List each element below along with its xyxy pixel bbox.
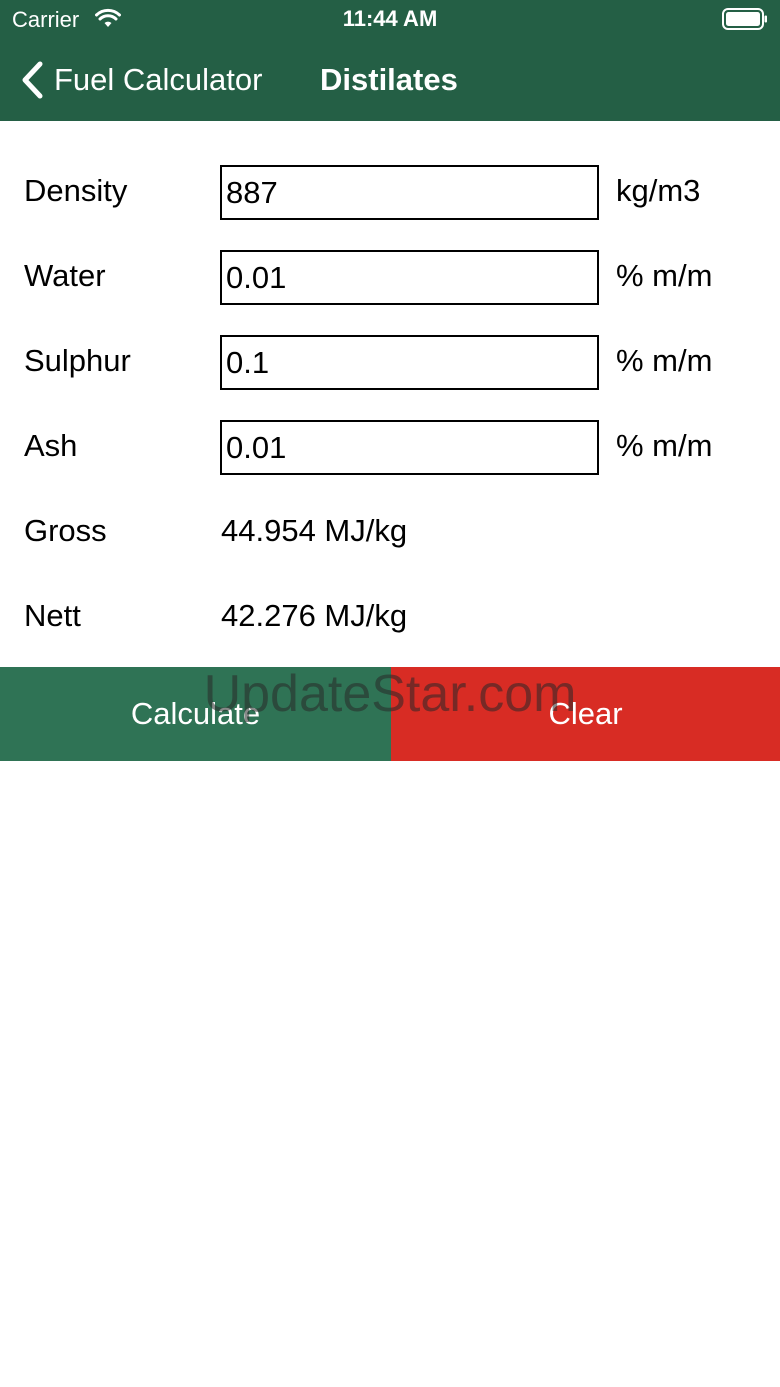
water-row: Water % m/m	[0, 248, 780, 308]
action-bar: Calculate Clear	[0, 667, 780, 761]
ash-row: Ash % m/m	[0, 418, 780, 478]
back-button[interactable]: Fuel Calculator	[18, 54, 262, 106]
sulphur-unit: % m/m	[616, 343, 713, 378]
gross-value: 44.954 MJ/kg	[221, 513, 408, 548]
sulphur-label: Sulphur	[24, 343, 131, 378]
water-label: Water	[24, 258, 106, 293]
ash-input[interactable]	[220, 420, 599, 475]
nett-row: Nett 42.276 MJ/kg	[0, 588, 780, 648]
clear-button[interactable]: Clear	[391, 667, 780, 761]
navigation-bar: Fuel Calculator Distilates	[0, 40, 780, 121]
status-bar: Carrier 11:44 AM	[0, 0, 780, 40]
ash-label: Ash	[24, 428, 78, 463]
header-bar: Carrier 11:44 AM Fuel Calculator Distila…	[0, 0, 780, 121]
battery-icon	[722, 8, 767, 30]
density-row: Density kg/m3	[0, 163, 780, 223]
page-title: Distilates	[320, 62, 458, 97]
density-label: Density	[24, 173, 128, 208]
nett-value: 42.276 MJ/kg	[221, 598, 408, 633]
gross-row: Gross 44.954 MJ/kg	[0, 503, 780, 563]
ash-unit: % m/m	[616, 428, 713, 463]
screen: Carrier 11:44 AM Fuel Calculator Distila…	[0, 0, 780, 1387]
nett-label: Nett	[24, 598, 81, 633]
status-time: 11:44 AM	[342, 6, 438, 31]
water-unit: % m/m	[616, 258, 713, 293]
water-input[interactable]	[220, 250, 599, 305]
gross-label: Gross	[24, 513, 107, 548]
calculate-button[interactable]: Calculate	[0, 667, 391, 761]
sulphur-row: Sulphur % m/m	[0, 333, 780, 393]
density-unit: kg/m3	[616, 173, 701, 208]
sulphur-input[interactable]	[220, 335, 599, 390]
density-input[interactable]	[220, 165, 599, 220]
back-button-label: Fuel Calculator	[54, 62, 263, 97]
back-chevron-icon	[22, 61, 43, 99]
